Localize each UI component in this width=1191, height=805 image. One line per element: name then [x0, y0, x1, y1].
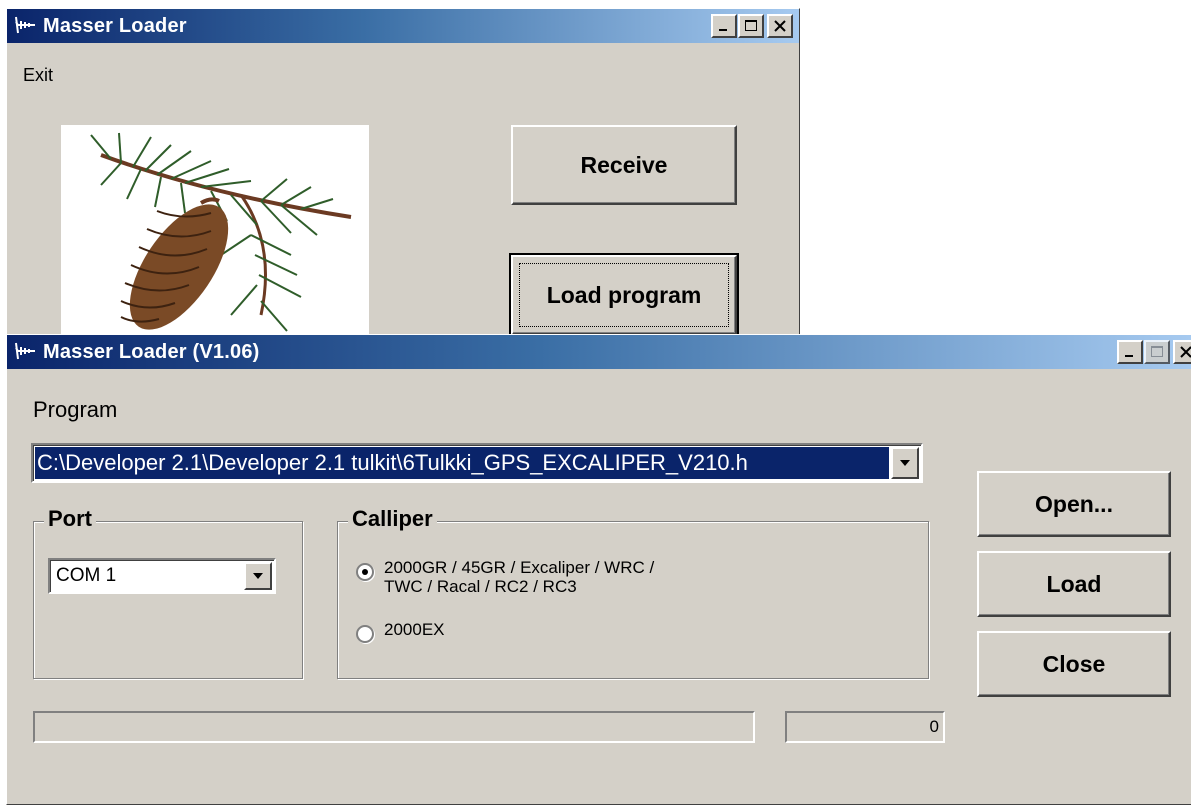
calliper-option-line1: 2000GR / 45GR / Excaliper / WRC / [384, 558, 655, 577]
minimize-button[interactable] [1117, 340, 1143, 364]
program-label: Program [33, 397, 118, 422]
menu-exit[interactable]: Exit [23, 65, 53, 86]
front-window-caption-buttons [1116, 340, 1191, 364]
calliper-option-line2: TWC / Racal / RC2 / RC3 [384, 577, 577, 596]
pine-cone-icon [90, 132, 352, 332]
calliper-option-label: 2000EX [384, 620, 445, 639]
pine-cone-picture [61, 125, 369, 345]
program-path-combo[interactable]: C:\Developer 2.1\Developer 2.1 tulkit\6T… [31, 443, 923, 483]
radio-dot-icon [362, 569, 368, 575]
progress-bar [33, 711, 755, 743]
maximize-button[interactable] [1144, 340, 1170, 364]
front-window: Masser Loader (V1.06) Program C:\Develop… [6, 334, 1191, 805]
close-window-button[interactable] [767, 14, 793, 38]
load-program-button[interactable]: Load program [509, 253, 739, 337]
minimize-icon [1125, 355, 1133, 357]
maximize-icon [745, 20, 757, 31]
port-dropdown-button[interactable] [244, 562, 272, 590]
close-button[interactable]: Close [977, 631, 1171, 697]
chevron-down-icon [253, 573, 263, 579]
maximize-icon [1151, 346, 1163, 357]
calliper-option-2000ex[interactable]: 2000EX [356, 620, 445, 643]
calliper-option-2000gr[interactable]: 2000GR / 45GR / Excaliper / WRC / TWC / … [356, 558, 654, 596]
program-dropdown-button[interactable] [891, 447, 919, 479]
front-window-title: Masser Loader (V1.06) [43, 340, 260, 363]
back-window: Masser Loader Exit Receive Load program [6, 8, 800, 348]
minimize-button[interactable] [711, 14, 737, 38]
receive-button[interactable]: Receive [511, 125, 737, 205]
back-window-titlebar[interactable]: Masser Loader [7, 9, 799, 43]
port-combo[interactable]: COM 1 [48, 558, 276, 594]
calliper-group: Calliper 2000GR / 45GR / Excaliper / WRC… [337, 506, 929, 679]
calliper-group-title: Calliper [348, 506, 437, 532]
port-value: COM 1 [56, 565, 117, 586]
port-group-title: Port [44, 506, 96, 532]
close-icon [774, 20, 786, 32]
program-path-value: C:\Developer 2.1\Developer 2.1 tulkit\6T… [35, 447, 889, 479]
progress-counter: 0 [785, 711, 945, 743]
close-window-button[interactable] [1173, 340, 1191, 364]
calliper-option-label: 2000GR / 45GR / Excaliper / WRC / TWC / … [384, 558, 654, 596]
focus-rectangle [519, 263, 729, 327]
maximize-button[interactable] [738, 14, 764, 38]
back-window-caption-buttons [710, 14, 793, 38]
radio-button-selected[interactable] [356, 563, 374, 581]
radio-button[interactable] [356, 625, 374, 643]
chevron-down-icon [900, 460, 910, 466]
app-icon [15, 342, 35, 360]
open-button[interactable]: Open... [977, 471, 1171, 537]
close-icon [1180, 346, 1191, 358]
minimize-icon [719, 29, 727, 31]
front-window-titlebar[interactable]: Masser Loader (V1.06) [7, 335, 1191, 369]
back-window-title: Masser Loader [43, 14, 187, 37]
load-button[interactable]: Load [977, 551, 1171, 617]
app-icon [15, 16, 35, 34]
port-group: Port COM 1 [33, 506, 303, 679]
